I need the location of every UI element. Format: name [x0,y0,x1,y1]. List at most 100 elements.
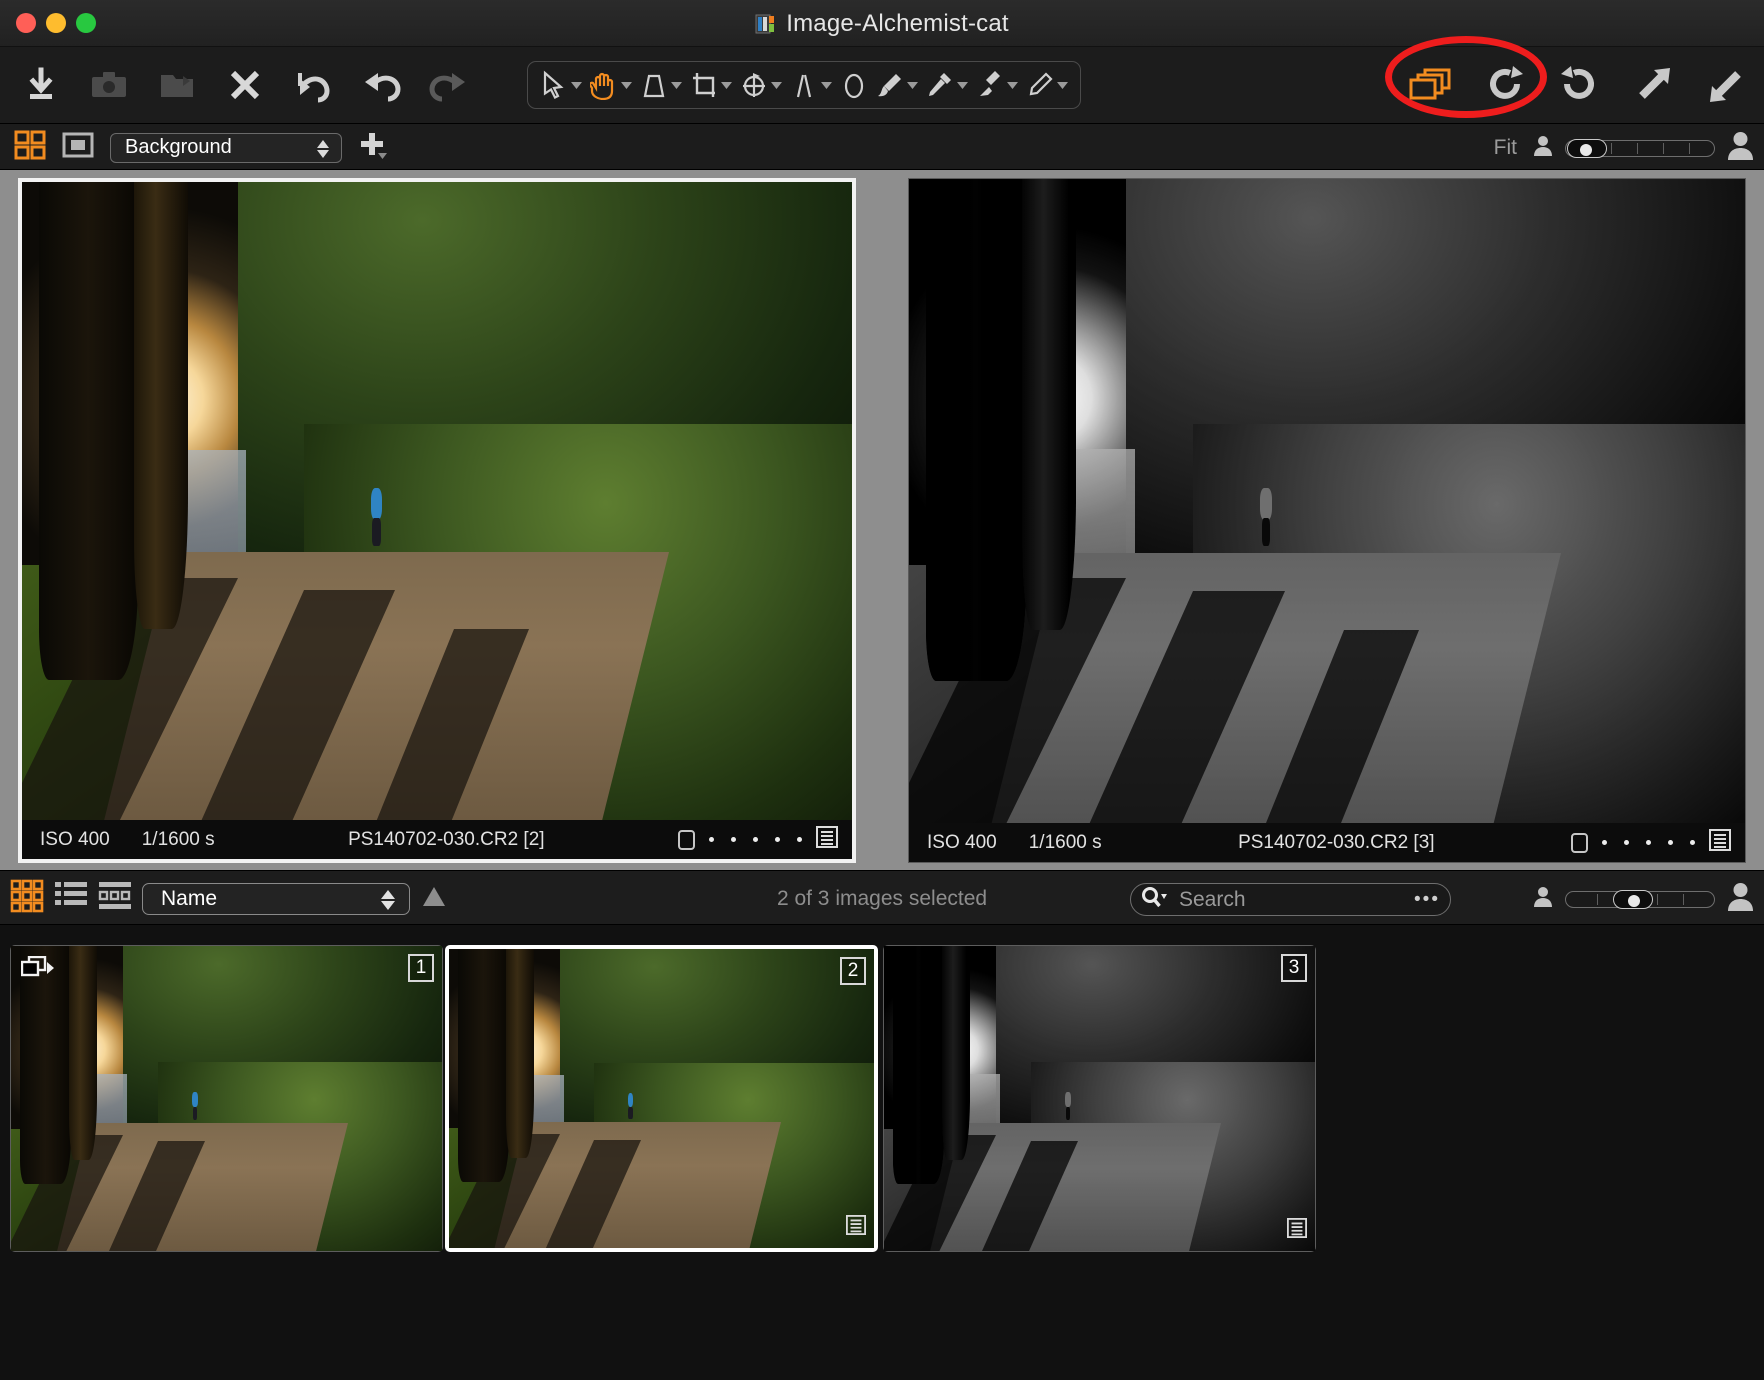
list-item[interactable]: 1 [10,945,443,1252]
application-window: Image-Alchemist-cat Background Fit ISO 4… [0,0,1764,1380]
thumbnail-number-badge: 2 [840,957,866,985]
caption-filename: PS140702-030.CR2 [3] [1238,831,1435,853]
pen-tool[interactable] [1022,62,1072,108]
import-icon[interactable] [18,62,64,108]
viewer-image-1 [22,182,852,820]
window-title: Image-Alchemist-cat [786,9,1009,37]
chevron-down-icon [1057,82,1068,89]
chevron-down-icon [621,82,632,89]
metadata-icon[interactable] [846,1215,866,1240]
person-small-icon [1533,134,1553,161]
caption-checkbox[interactable] [1571,832,1588,853]
keystone-tool[interactable] [636,62,686,108]
collapse-icon[interactable] [1704,62,1750,108]
photo-mono [909,179,1745,823]
caption-shutter: 1/1600 s [1028,831,1102,853]
pointer-tool[interactable] [536,62,586,108]
list-view-icon[interactable] [54,879,88,918]
caption-right-group [1571,828,1731,857]
list-item[interactable]: 2 [445,945,878,1252]
caption-rating-dots[interactable] [1602,840,1695,845]
multi-view-grid-icon[interactable] [14,130,46,165]
zoom-slider-handle[interactable] [1567,138,1607,158]
caption-iso: ISO 400 [40,828,110,850]
viewer-caption-1: ISO 400 1/1600 s PS140702-030.CR2 [2] [22,820,852,859]
layer-select-value: Background [125,136,232,158]
search-options-button[interactable]: ••• [1414,890,1440,909]
caption-checkbox[interactable] [678,829,695,850]
export-folder-icon[interactable] [154,62,200,108]
thumbnail-image [449,949,874,1248]
caption-iso: ISO 400 [927,831,997,853]
main-toolbar [0,47,1764,123]
chevron-down-icon [771,82,782,89]
close-x-icon[interactable] [222,62,268,108]
add-layer-button[interactable] [358,130,388,165]
redo-icon[interactable] [426,62,472,108]
caption-right-group [678,825,838,854]
toolbar-right-group [1408,47,1750,123]
undo-icon[interactable] [358,62,404,108]
caption-rating-dots[interactable] [709,837,802,842]
single-view-icon[interactable] [62,130,94,165]
zoom-controls: Fit [1494,124,1754,171]
zoom-fit-label: Fit [1493,135,1517,159]
caption-shutter: 1/1600 s [141,828,215,850]
rotate-right-icon[interactable] [1556,62,1602,108]
zoom-slider[interactable] [1565,137,1715,159]
layer-select[interactable]: Background [110,132,342,165]
brush-tool[interactable] [872,62,922,108]
reset-undo-icon[interactable] [290,62,336,108]
thumb-size-handle[interactable] [1613,889,1653,909]
viewer-pane-1[interactable]: ISO 400 1/1600 s PS140702-030.CR2 [2] [18,178,856,863]
app-document-icon [755,13,777,35]
thumbnail-image [884,946,1315,1251]
multi-view-icon[interactable] [1408,62,1454,108]
list-item[interactable]: 3 [883,945,1316,1252]
title-container: Image-Alchemist-cat [0,0,1764,47]
eraser-tool[interactable] [972,62,1022,108]
browser-toolbar: Name 2 of 3 images selected Search ••• [0,870,1764,925]
camera-icon[interactable] [86,62,132,108]
rotate-left-icon[interactable] [1482,62,1528,108]
viewer-image-2 [909,179,1745,823]
thumb-size-slider[interactable] [1565,888,1715,910]
chevron-down-icon [907,82,918,89]
pan-tool[interactable] [586,62,636,108]
thumb-size-controls [1533,871,1754,926]
grid-view-icon[interactable] [10,879,44,918]
image-viewer: ISO 400 1/1600 s PS140702-030.CR2 [2] IS… [0,170,1764,870]
viewer-pane-2[interactable]: ISO 400 1/1600 s PS140702-030.CR2 [3] [908,178,1746,863]
eyedropper-tool[interactable] [922,62,972,108]
crop-tool[interactable] [686,62,736,108]
photo-color [22,182,852,820]
caption-filename: PS140702-030.CR2 [2] [348,828,545,850]
tool-palette [527,61,1081,109]
chevron-down-icon [821,82,832,89]
metadata-icon[interactable] [1287,1218,1307,1243]
title-bar: Image-Alchemist-cat [0,0,1764,47]
expand-icon[interactable] [1630,62,1676,108]
stepper-icon [315,139,331,165]
spot-tool[interactable] [786,62,836,108]
chevron-down-icon [1007,82,1018,89]
chevron-down-icon [721,82,732,89]
thumbnail-number-badge: 3 [1281,954,1307,982]
sort-direction-button[interactable] [420,883,448,914]
sort-select[interactable]: Name [142,882,410,915]
search-input[interactable]: Search [1179,888,1246,912]
search-box[interactable]: Search ••• [1130,883,1451,916]
thumbnail-image [11,946,442,1251]
person-large-icon [1727,881,1754,916]
sort-select-value: Name [161,886,218,910]
metadata-icon[interactable] [816,825,838,854]
metadata-icon[interactable] [1709,828,1731,857]
chevron-down-icon [957,82,968,89]
rotate-tool[interactable] [736,62,786,108]
filmstrip-view-icon[interactable] [98,879,132,918]
search-icon[interactable] [1141,886,1167,913]
person-large-icon [1727,130,1754,165]
image-browser: 1 2 3 [0,925,1764,1380]
ellipse-mask-tool[interactable] [836,62,872,108]
variant-stack-icon[interactable] [20,955,55,985]
